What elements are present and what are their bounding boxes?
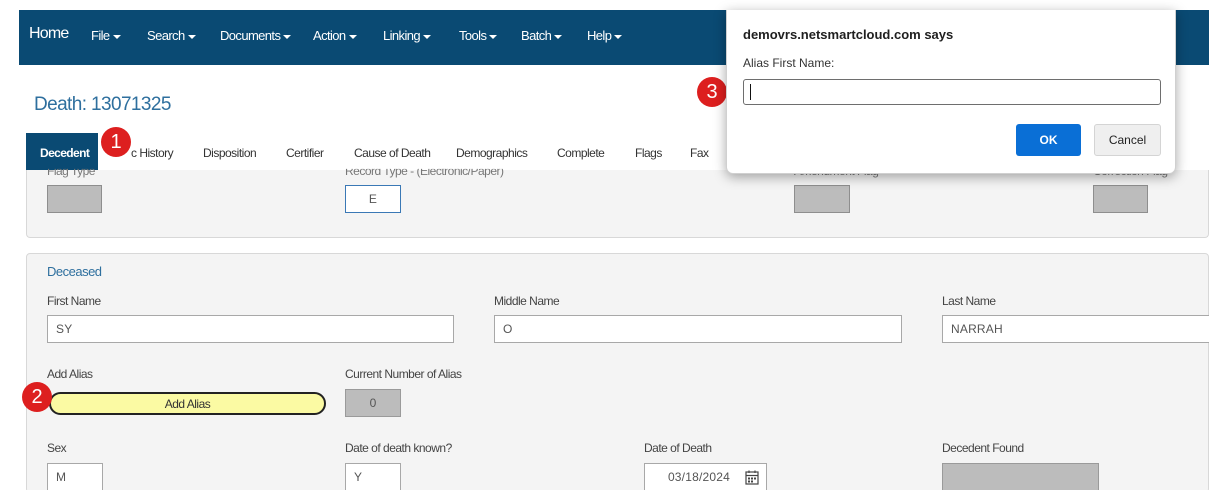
dod-known-label: Date of death known?: [345, 441, 452, 455]
record-type-field[interactable]: E: [345, 185, 401, 213]
chevron-down-icon: [348, 34, 357, 39]
middle-name-label: Middle Name: [494, 294, 560, 308]
tab-history[interactable]: c History: [131, 146, 174, 160]
nav-documents-menu[interactable]: Documents: [220, 28, 292, 43]
add-alias-label: Add Alias: [47, 367, 93, 381]
step-badge-3: 3: [697, 77, 727, 107]
first-name-field[interactable]: SY: [47, 315, 454, 343]
date-picker-button[interactable]: [738, 463, 767, 490]
decedent-found-label: Decedent Found: [942, 441, 1024, 455]
nav-action-menu[interactable]: Action: [313, 28, 357, 43]
tab-cause-of-death[interactable]: Cause of Death: [354, 146, 431, 160]
page-title: Death: 13071325: [34, 94, 171, 115]
chevron-down-icon: [489, 34, 498, 39]
first-name-label: First Name: [47, 294, 101, 308]
tab-demographics[interactable]: Demographics: [456, 146, 528, 160]
amendment-flag-field: [794, 185, 850, 213]
nav-search-label: Search: [147, 28, 185, 43]
tab-certifier[interactable]: Certifier: [286, 146, 324, 160]
chevron-down-icon: [554, 34, 563, 39]
cancel-button[interactable]: Cancel: [1094, 124, 1161, 156]
deceased-section-title: Deceased: [47, 264, 102, 279]
alias-first-name-input[interactable]: [743, 79, 1161, 105]
record-flags-panel: [26, 170, 1209, 238]
ok-button[interactable]: OK: [1016, 124, 1081, 156]
tab-flags[interactable]: Flags: [635, 146, 662, 160]
nav-batch-menu[interactable]: Batch: [521, 28, 563, 43]
chevron-down-icon: [423, 34, 431, 39]
step-badge-2: 2: [22, 382, 52, 412]
calendar-icon: [745, 470, 759, 485]
alias-count-field: 0: [345, 389, 401, 417]
decedent-found-field: [942, 463, 1099, 490]
nav-action-label: Action: [313, 28, 346, 43]
chevron-down-icon: [187, 34, 196, 39]
last-name-field[interactable]: NARRAH: [942, 315, 1209, 343]
correction-flag-field: [1093, 185, 1148, 213]
alias-count-label: Current Number of Alias: [345, 367, 462, 381]
nav-documents-label: Documents: [220, 28, 281, 43]
tab-disposition[interactable]: Disposition: [203, 146, 257, 160]
chevron-down-icon: [614, 34, 623, 39]
tab-decedent[interactable]: Decedent: [26, 133, 98, 170]
dod-label: Date of Death: [644, 441, 712, 455]
tab-complete[interactable]: Complete: [557, 146, 605, 160]
nav-tools-menu[interactable]: Tools: [459, 28, 498, 43]
nav-batch-label: Batch: [521, 28, 552, 43]
sex-field[interactable]: M: [47, 463, 103, 490]
last-name-label: Last Name: [942, 294, 996, 308]
chevron-down-icon: [283, 34, 292, 39]
sex-label: Sex: [47, 441, 67, 455]
step-badge-1: 1: [101, 127, 131, 157]
alias-prompt-dialog: demovrs.netsmartcloud.com says Alias Fir…: [726, 10, 1176, 174]
nav-help-menu[interactable]: Help: [587, 28, 623, 43]
nav-linking-menu[interactable]: Linking: [383, 28, 431, 43]
flag-type-field: [47, 185, 102, 213]
dod-field[interactable]: 03/18/2024: [644, 463, 739, 490]
middle-name-field[interactable]: O: [494, 315, 902, 343]
nav-file-label: File: [91, 28, 110, 43]
dialog-title: demovrs.netsmartcloud.com says: [743, 27, 954, 42]
tab-fax[interactable]: Fax: [690, 146, 709, 160]
dod-known-field[interactable]: Y: [345, 463, 401, 490]
nav-tools-label: Tools: [459, 28, 487, 43]
nav-help-label: Help: [587, 28, 612, 43]
deceased-panel: [26, 253, 1209, 490]
nav-search-menu[interactable]: Search: [147, 28, 196, 43]
nav-file-menu[interactable]: File: [91, 28, 121, 43]
add-alias-button[interactable]: Add Alias: [49, 392, 326, 415]
chevron-down-icon: [112, 34, 121, 39]
nav-linking-label: Linking: [383, 28, 421, 43]
text-cursor: [750, 84, 751, 100]
nav-home[interactable]: Home: [29, 25, 69, 43]
dialog-message: Alias First Name:: [743, 56, 835, 70]
